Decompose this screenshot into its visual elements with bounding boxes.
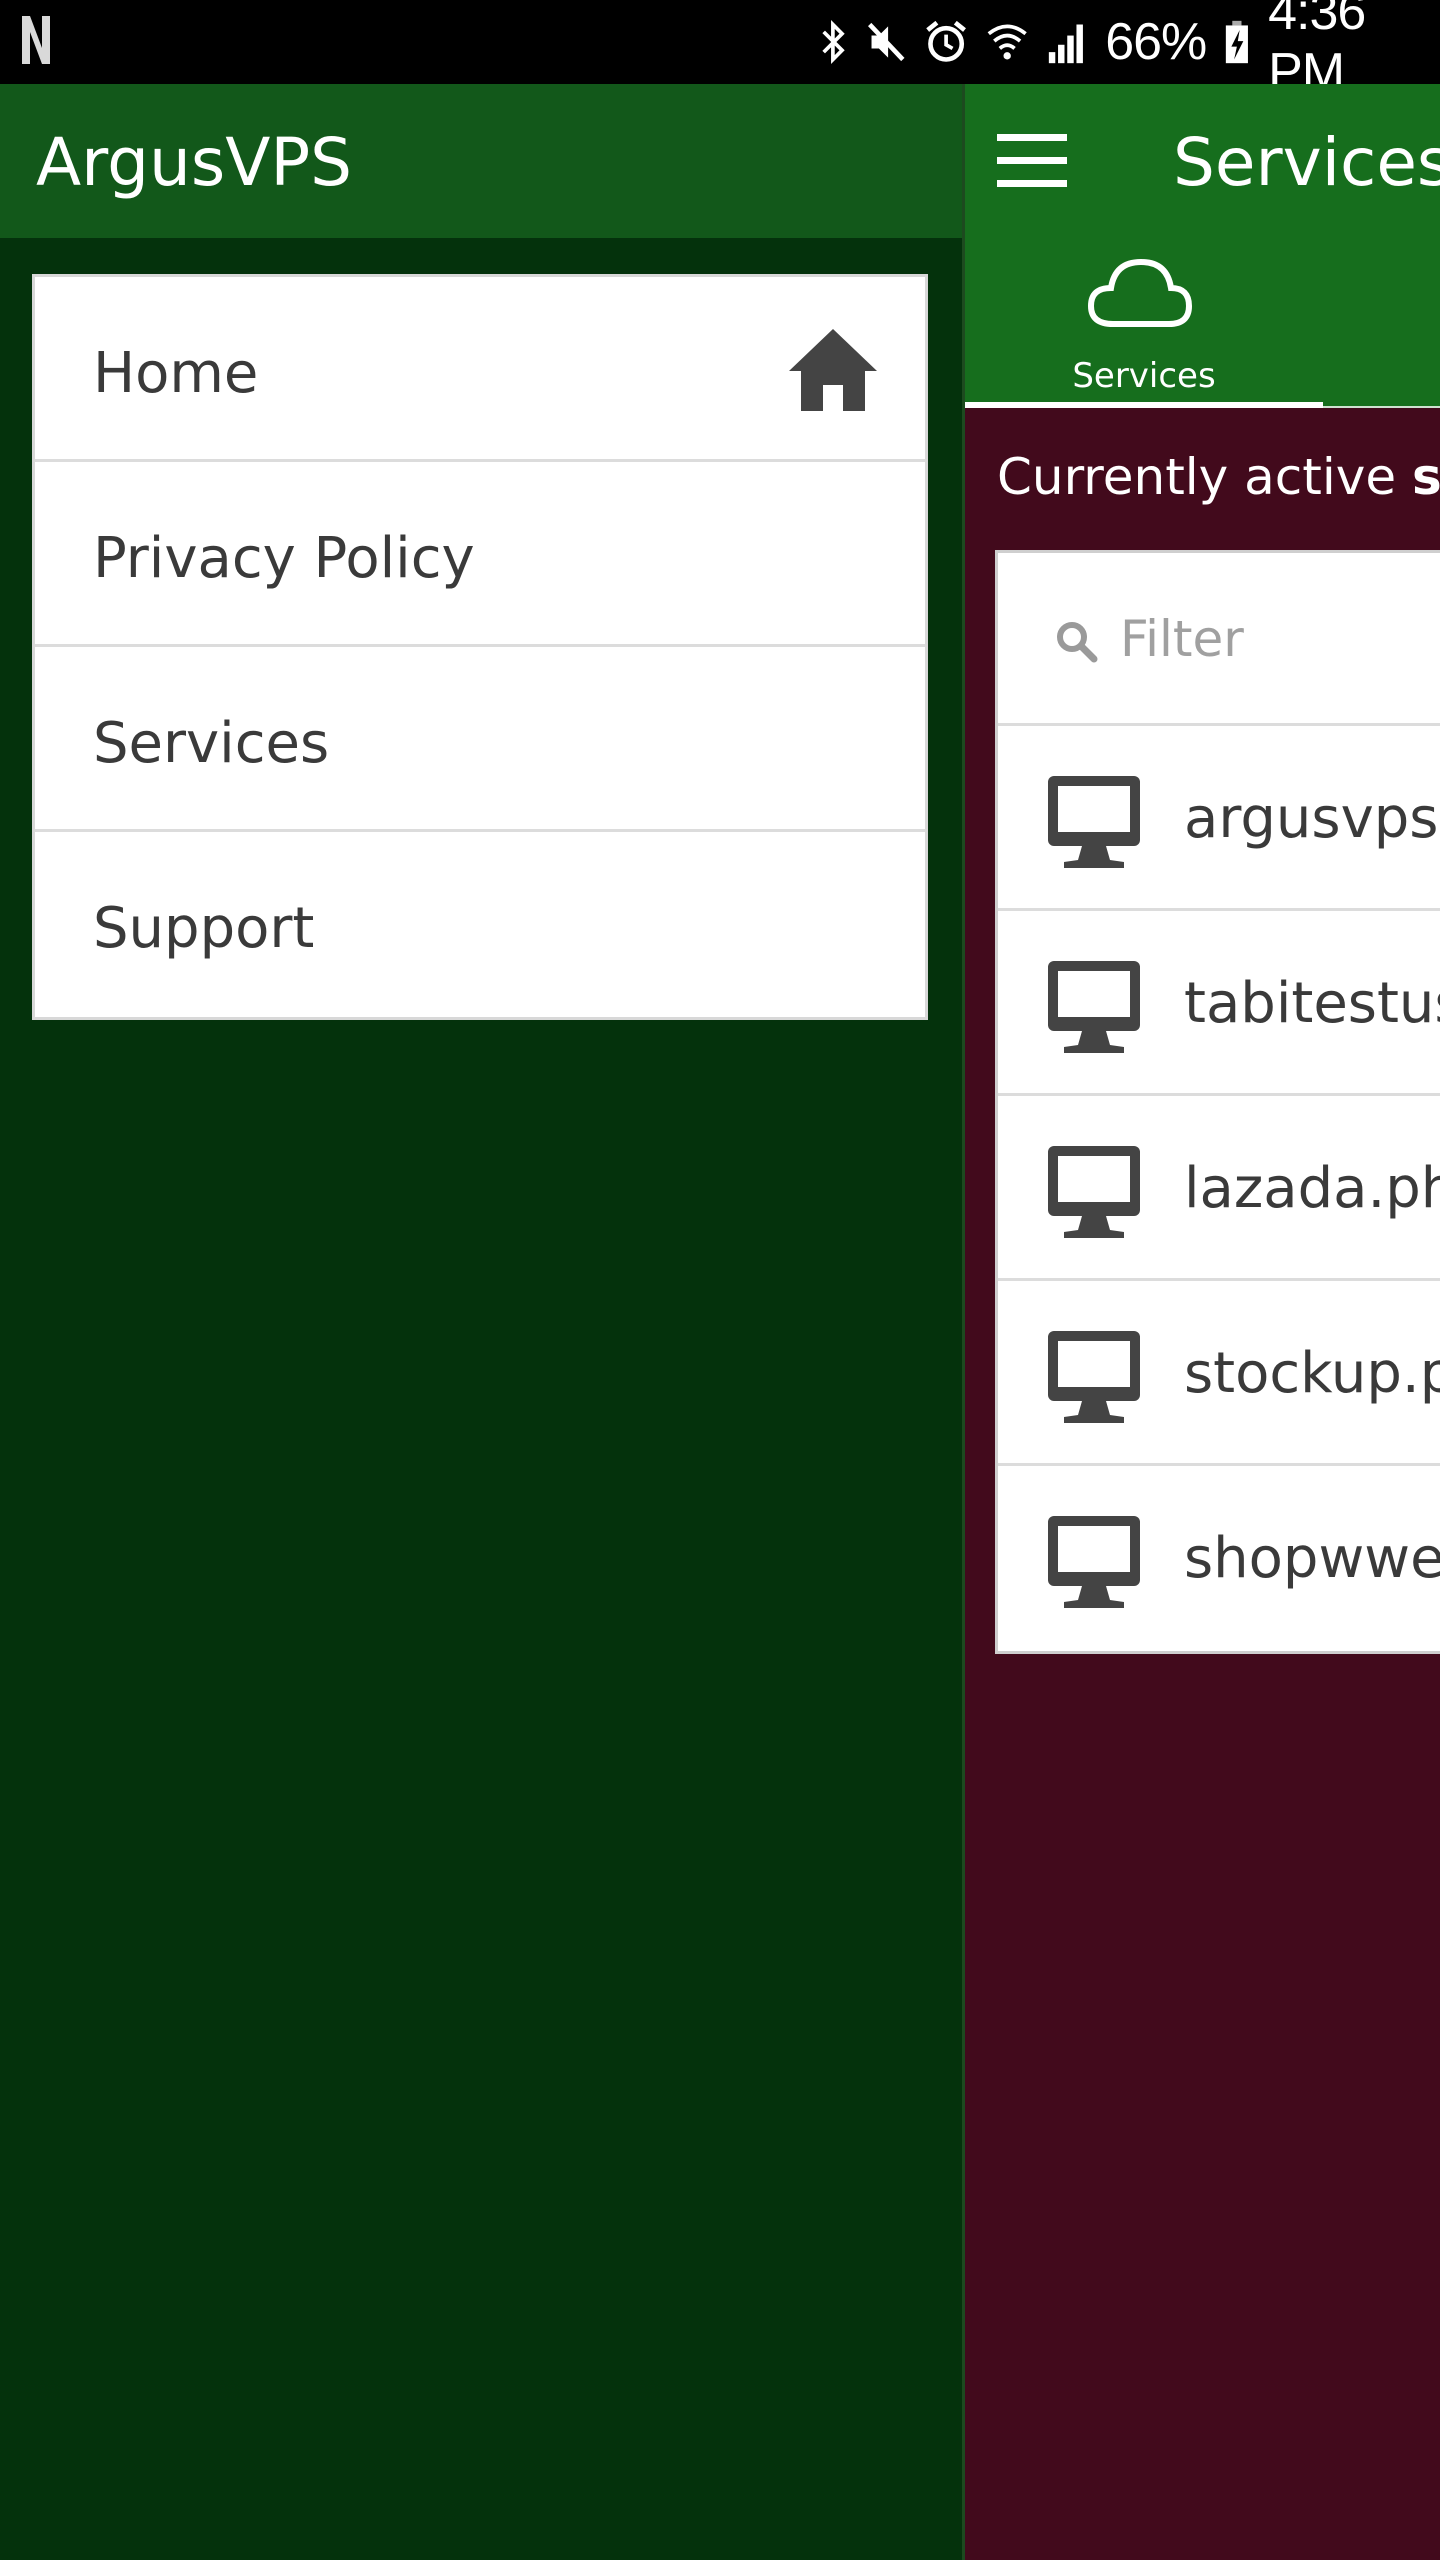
- filter-input[interactable]: [1118, 603, 1440, 675]
- drawer-menu: Home Privacy Policy Services Support: [32, 274, 928, 1020]
- active-services-heading: Currently active ser: [997, 448, 1440, 506]
- menu-icon[interactable]: [997, 132, 1067, 190]
- active-heading-prefix: Currently active: [997, 448, 1413, 506]
- service-row[interactable]: stockup.p: [998, 1281, 1440, 1466]
- service-row[interactable]: tabitestus: [998, 911, 1440, 1096]
- tab-services[interactable]: Services: [965, 238, 1323, 408]
- menu-item-privacy-policy[interactable]: Privacy Policy: [35, 462, 925, 647]
- wifi-icon: [987, 24, 1028, 60]
- filter-row: [998, 553, 1440, 726]
- bluetooth-icon: [822, 20, 845, 64]
- signal-icon: [1048, 24, 1083, 64]
- navigation-drawer: Home Privacy Policy Services Support: [0, 238, 962, 2560]
- netflix-notification-icon: [22, 16, 50, 64]
- monitor-icon: [1048, 1146, 1140, 1238]
- menu-item-label: Support: [93, 896, 315, 961]
- service-name: stockup.p: [1184, 1341, 1440, 1406]
- monitor-icon: [1048, 961, 1140, 1053]
- menu-item-label: Privacy Policy: [93, 526, 475, 591]
- service-row[interactable]: argusvps.: [998, 726, 1440, 911]
- menu-item-services[interactable]: Services: [35, 647, 925, 832]
- monitor-icon: [1048, 1331, 1140, 1423]
- services-list: argusvps. tabitestus lazada.ph: [995, 550, 1440, 1654]
- mute-icon: [867, 22, 905, 62]
- alarm-icon: [926, 20, 967, 62]
- menu-item-support[interactable]: Support: [35, 832, 925, 1017]
- tab-bar: Services: [965, 238, 1440, 408]
- monitor-icon: [1048, 776, 1140, 868]
- active-heading-bold: ser: [1412, 448, 1440, 506]
- page-title: Services: [1173, 124, 1440, 201]
- top-app-bar: Services: [965, 84, 1440, 238]
- battery-charging-icon: [1226, 20, 1249, 64]
- monitor-icon: [1048, 1516, 1140, 1608]
- menu-item-label: Services: [93, 711, 330, 776]
- drawer-header: ArgusVPS: [0, 84, 962, 238]
- service-name: tabitestus: [1184, 971, 1440, 1036]
- menu-item-label: Home: [93, 341, 259, 406]
- service-name: argusvps.: [1184, 786, 1440, 851]
- tab-label: Services: [1072, 356, 1216, 396]
- app-title: ArgusVPS: [36, 124, 353, 201]
- service-row[interactable]: shopwwel: [998, 1466, 1440, 1651]
- status-bar: 66% 4:36 PM: [0, 0, 1440, 101]
- services-content: Currently active ser argusvps. tabitest: [965, 408, 1440, 2560]
- service-row[interactable]: lazada.ph: [998, 1096, 1440, 1281]
- menu-item-home[interactable]: Home: [35, 277, 925, 462]
- home-icon: [789, 329, 877, 411]
- search-icon: [1057, 622, 1098, 663]
- service-name: lazada.ph: [1184, 1156, 1440, 1221]
- battery-percent: 66%: [1105, 13, 1207, 71]
- cloud-icon: [1087, 258, 1193, 327]
- service-name: shopwwel: [1184, 1526, 1440, 1591]
